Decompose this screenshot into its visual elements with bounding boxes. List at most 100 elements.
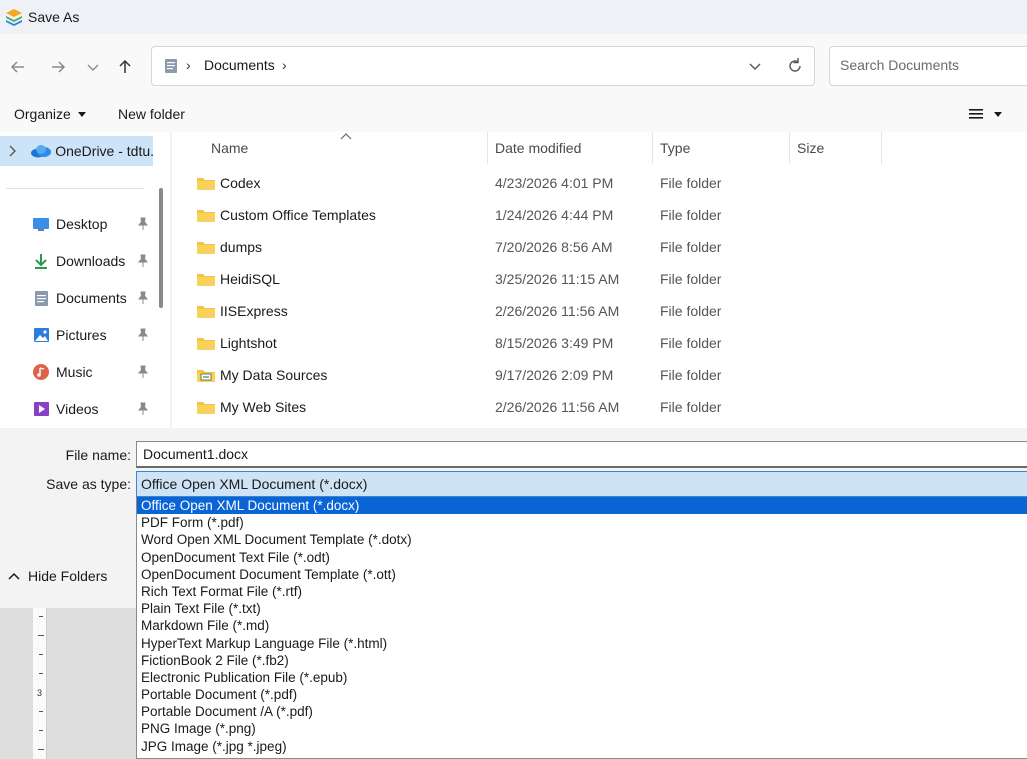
save-type-option[interactable]: Portable Document /A (*.pdf) xyxy=(137,703,1027,720)
list-view-icon xyxy=(969,109,983,119)
view-options-button[interactable] xyxy=(968,107,1002,121)
nav-item-pictures[interactable]: Pictures xyxy=(0,320,153,350)
column-header-size[interactable]: Size xyxy=(797,132,824,166)
save-type-option[interactable]: FictionBook 2 File (*.fb2) xyxy=(137,652,1027,669)
save-type-option[interactable]: OpenDocument Text File (*.odt) xyxy=(137,549,1027,566)
file-type: File folder xyxy=(660,335,722,351)
file-type: File folder xyxy=(660,239,722,255)
arrow-right-icon xyxy=(52,61,66,73)
table-row[interactable]: My Web Sites 2/26/2026 11:56 AM File fol… xyxy=(172,391,1027,423)
file-date: 9/17/2026 2:09 PM xyxy=(495,367,614,383)
onedrive-cloud-icon xyxy=(30,145,51,158)
forward-button[interactable] xyxy=(45,54,71,80)
file-type: File folder xyxy=(660,303,722,319)
pin-icon[interactable] xyxy=(137,402,149,416)
file-name-label: File name: xyxy=(65,447,131,463)
vertical-ruler: 3 xyxy=(33,608,47,759)
file-type: File folder xyxy=(660,175,722,191)
pictures-icon xyxy=(32,326,50,344)
pin-icon[interactable] xyxy=(137,365,149,379)
download-icon xyxy=(32,252,50,270)
pin-icon[interactable] xyxy=(137,254,149,268)
column-header-name[interactable]: Name xyxy=(211,132,248,166)
column-header-date[interactable]: Date modified xyxy=(495,132,581,166)
documents-icon xyxy=(32,289,50,307)
nav-item-downloads[interactable]: Downloads xyxy=(0,246,153,276)
ruler-tick xyxy=(39,711,43,712)
file-name: IISExpress xyxy=(220,303,288,319)
window-title: Save As xyxy=(28,9,80,25)
new-folder-button[interactable]: New folder xyxy=(118,106,185,122)
ruler-tick xyxy=(38,635,44,636)
ruler-number: 3 xyxy=(37,688,43,698)
nav-item-documents[interactable]: Documents xyxy=(0,283,153,313)
column-header-type[interactable]: Type xyxy=(660,132,690,166)
address-bar[interactable]: › Documents › xyxy=(151,46,815,86)
save-type-label: Save as type: xyxy=(46,476,131,492)
folder-icon xyxy=(197,242,215,254)
title-bar: Save As xyxy=(0,0,1027,34)
column-divider[interactable] xyxy=(881,132,882,164)
save-type-option[interactable]: Office Open XML Document (*.docx) xyxy=(137,497,1027,515)
sort-ascending-icon xyxy=(340,133,352,140)
column-divider[interactable] xyxy=(652,132,653,164)
save-type-option[interactable]: Markdown File (*.md) xyxy=(137,617,1027,634)
ruler-tick xyxy=(39,730,43,731)
file-type: File folder xyxy=(660,367,722,383)
file-name: My Web Sites xyxy=(220,399,307,415)
recent-locations-button[interactable] xyxy=(80,54,106,80)
table-row[interactable]: IISExpress 2/26/2026 11:56 AM File folde… xyxy=(172,295,1027,327)
up-button[interactable] xyxy=(112,54,138,80)
save-type-option[interactable]: Electronic Publication File (*.epub) xyxy=(137,669,1027,686)
file-name-input[interactable]: Document1.docx xyxy=(136,441,1027,468)
refresh-icon[interactable] xyxy=(786,57,804,75)
nav-item-music[interactable]: Music xyxy=(0,357,153,387)
nav-item-desktop[interactable]: Desktop xyxy=(0,209,153,239)
nav-item-videos[interactable]: Videos xyxy=(0,394,153,424)
ruler-tick xyxy=(39,654,43,655)
arrow-left-icon xyxy=(10,61,24,73)
ruler-tick xyxy=(38,749,44,750)
nav-item-onedrive[interactable]: OneDrive - tdtu. xyxy=(0,136,153,166)
table-row[interactable]: HeidiSQL 3/25/2026 11:15 AM File folder xyxy=(172,263,1027,295)
file-date: 2/26/2026 11:56 AM xyxy=(495,303,620,319)
nav-scrollbar[interactable] xyxy=(159,188,163,308)
table-row[interactable]: Lightshot 8/15/2026 3:49 PM File folder xyxy=(172,327,1027,359)
table-row[interactable]: My Data Sources 9/17/2026 2:09 PM File f… xyxy=(172,359,1027,391)
address-dropdown-icon[interactable] xyxy=(748,59,762,73)
pin-icon[interactable] xyxy=(137,217,149,231)
hide-folders-button[interactable]: Hide Folders xyxy=(0,544,140,608)
breadcrumb-chevron-icon[interactable]: › xyxy=(282,57,287,73)
table-row[interactable]: dumps 7/20/2026 8:56 AM File folder xyxy=(172,231,1027,263)
organize-button[interactable]: Organize xyxy=(14,106,86,122)
table-row[interactable]: Codex 4/23/2026 4:01 PM File folder xyxy=(172,167,1027,199)
column-divider[interactable] xyxy=(487,132,488,164)
breadcrumb-documents[interactable]: Documents xyxy=(204,57,275,73)
save-type-option[interactable]: Word Open XML Document Template (*.dotx) xyxy=(137,531,1027,548)
file-name: Lightshot xyxy=(220,335,277,351)
folder-icon xyxy=(197,338,215,350)
ruler-tick xyxy=(39,616,43,617)
save-type-option[interactable]: JPG Image (*.jpg *.jpeg) xyxy=(137,738,1027,755)
pin-icon[interactable] xyxy=(137,291,149,305)
table-row[interactable]: Custom Office Templates 1/24/2026 4:44 P… xyxy=(172,199,1027,231)
save-type-option[interactable]: OpenDocument Document Template (*.ott) xyxy=(137,566,1027,583)
pin-icon[interactable] xyxy=(137,328,149,342)
file-name: Custom Office Templates xyxy=(220,207,376,223)
save-type-option[interactable]: PDF Form (*.pdf) xyxy=(137,514,1027,531)
save-type-option[interactable]: PNG Image (*.png) xyxy=(137,720,1027,737)
save-type-option[interactable]: Portable Document (*.pdf) xyxy=(137,686,1027,703)
chevron-down-icon xyxy=(87,64,99,71)
save-type-option[interactable]: Rich Text Format File (*.rtf) xyxy=(137,583,1027,600)
search-input[interactable]: Search Documents xyxy=(829,46,1027,86)
navigation-pane: OneDrive - tdtu. Desktop Downloads Docum… xyxy=(0,132,170,428)
save-type-option[interactable]: Plain Text File (*.txt) xyxy=(137,600,1027,617)
save-type-option[interactable]: HyperText Markup Language File (*.html) xyxy=(137,635,1027,652)
file-type: File folder xyxy=(660,207,722,223)
column-divider[interactable] xyxy=(789,132,790,164)
file-date: 8/15/2026 3:49 PM xyxy=(495,335,614,351)
save-type-select[interactable]: Office Open XML Document (*.docx) xyxy=(136,471,1027,497)
folder-icon xyxy=(197,306,215,318)
back-button[interactable] xyxy=(5,54,31,80)
chevron-right-icon[interactable] xyxy=(6,144,20,158)
